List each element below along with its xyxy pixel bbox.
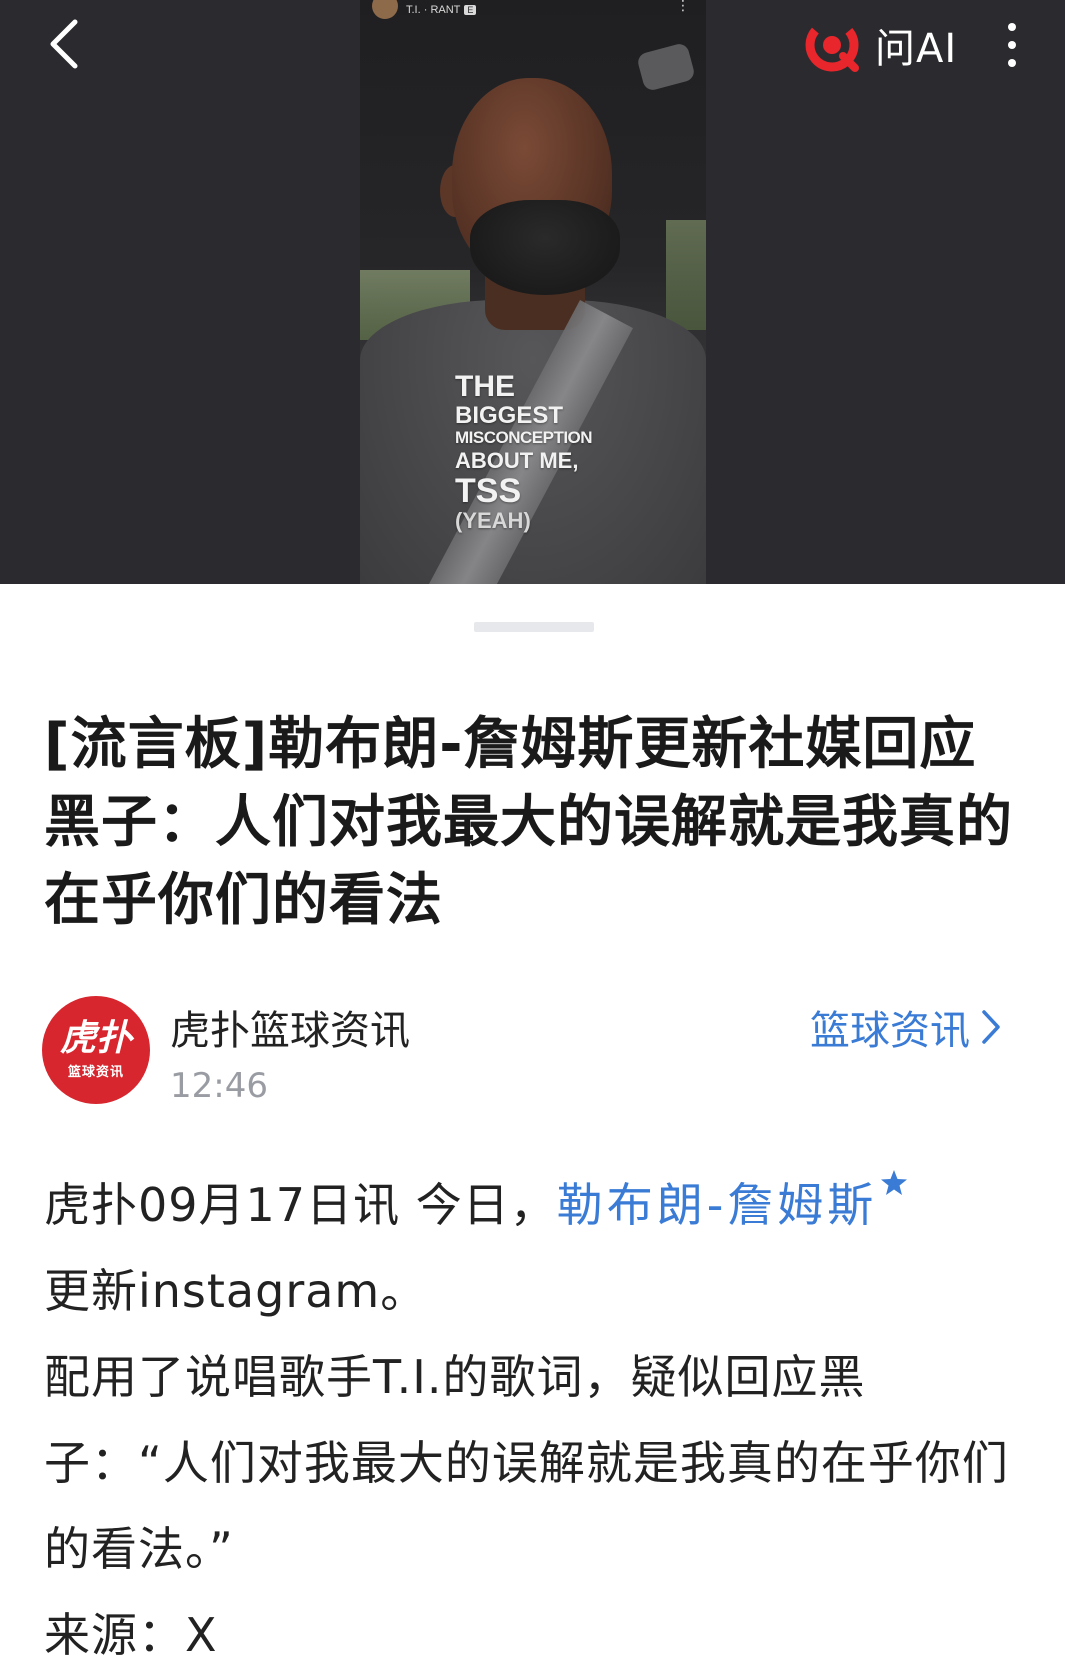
article-body: 虎扑09月17日讯 今日，勒布朗-詹姆斯 更新instagram。 配用了说唱歌… [44, 1162, 1029, 1678]
body-paragraph: 来源：X [44, 1608, 218, 1662]
ai-logo-icon [805, 18, 859, 72]
back-button[interactable] [34, 14, 94, 74]
car-window [666, 220, 706, 330]
body-paragraph: 虎扑09月17日讯 今日，勒布朗-詹姆斯 更新instagram。 [44, 1162, 1029, 1334]
chevron-left-icon [50, 19, 78, 69]
caption-line: (YEAH) [455, 508, 531, 533]
video-user-name: T.I. · RANT [406, 4, 461, 16]
video-user-avatar [372, 0, 398, 19]
ask-ai-label: 问AI [875, 26, 958, 72]
person-beard [470, 200, 620, 295]
video-user-label: T.I. · RANT E [406, 4, 477, 16]
chevron-right-icon [982, 1010, 1000, 1044]
author-avatar[interactable]: 虎扑 篮球资讯 [42, 996, 150, 1104]
video-caption-overlay: THE BIGGEST MISCONCEPTION ABOUT ME, TSS … [455, 370, 593, 533]
car-ceiling-light [635, 41, 697, 93]
caption-line: ABOUT ME, [455, 448, 579, 473]
publish-time: 12:46 [170, 1066, 268, 1106]
category-link[interactable]: 篮球资讯 [810, 998, 1002, 1056]
media-header: T.I. · RANT E ⋮ THE BIGGEST MISCONCEPTION… [0, 0, 1065, 584]
video-more-icon: ⋮ [676, 0, 690, 14]
more-dot-icon [1008, 59, 1016, 67]
more-dot-icon [1008, 23, 1016, 31]
more-dot-icon [1008, 41, 1016, 49]
caption-line: THE [455, 370, 515, 403]
body-text-segment: 更新instagram。 [44, 1264, 428, 1318]
video-thumbnail[interactable]: T.I. · RANT E ⋮ THE BIGGEST MISCONCEPTION… [360, 0, 706, 584]
author-logo-sub: 篮球资讯 [67, 1064, 124, 1080]
explicit-badge: E [464, 5, 477, 15]
star-icon [881, 1170, 908, 1195]
article-title: [流言板]勒布朗-詹姆斯更新社媒回应黑子：人们对我最大的误解就是我真的在乎你们的… [44, 712, 1013, 933]
sheet-drag-handle[interactable] [474, 622, 594, 632]
author-logo-main: 虎扑 [59, 1017, 132, 1059]
video-user-row: T.I. · RANT E [372, 0, 477, 20]
ask-ai-button[interactable]: 问AI [803, 10, 957, 80]
body-text-segment: 虎扑09月17日讯 今日， [44, 1178, 557, 1232]
caption-line: BIGGEST [455, 402, 564, 429]
author-name[interactable]: 虎扑篮球资讯 [170, 998, 410, 1056]
body-paragraph: 配用了说唱歌手T.I.的歌词，疑似回应黑子：“人们对我最大的误解就是我真的在乎你… [44, 1350, 1009, 1576]
caption-line: MISCONCEPTION [455, 428, 593, 447]
caption-line: TSS [455, 472, 522, 510]
player-link[interactable]: 勒布朗-詹姆斯 [557, 1178, 878, 1232]
category-label: 篮球资讯 [810, 1008, 970, 1054]
more-options-button[interactable] [990, 14, 1034, 76]
